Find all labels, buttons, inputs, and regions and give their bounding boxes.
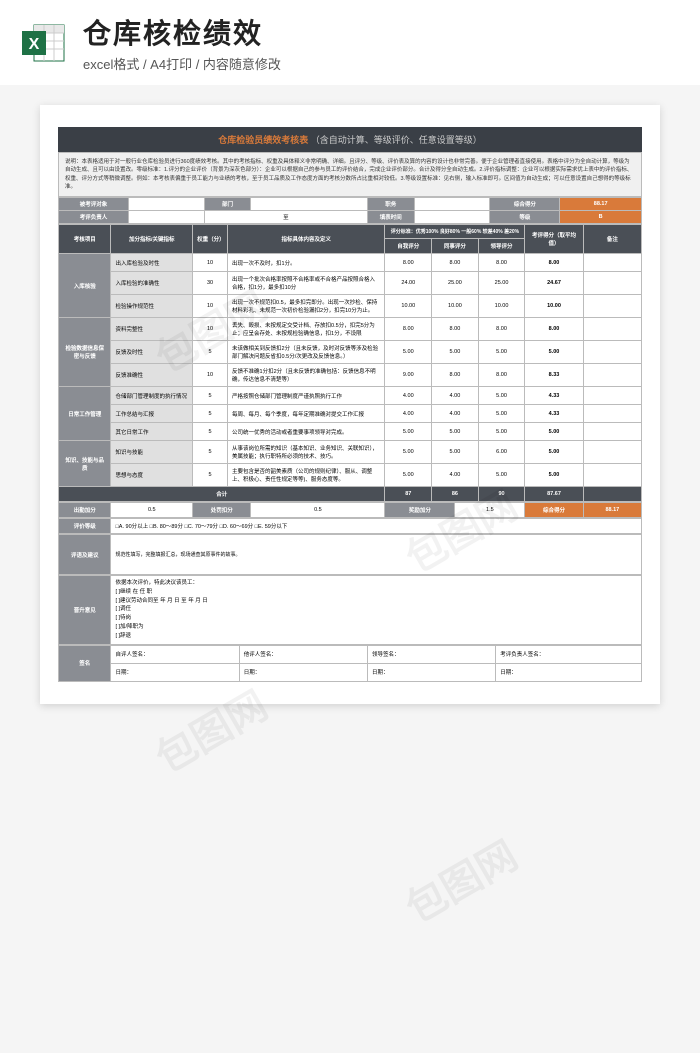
section-label: 入库核验 [59, 254, 111, 318]
table-row: 工作总结与汇报5每周、每月、每个季度，每年定期准确对提交工作汇报4.004.00… [59, 405, 642, 423]
col-weight: 权重（分） [193, 225, 228, 254]
table-row: 检验操作规范性10出现一次不规范扣0.5，最多扣完即分。出现一次抄检、保持材料彩… [59, 295, 642, 318]
dept-label: 部门 [204, 198, 251, 211]
section-label: 知识、技能与品质 [59, 441, 111, 487]
table-row: 反馈准确性10反馈不准确1分扣2分（且未反馈的准确包括：反馈信息不明确，传达信息… [59, 364, 642, 387]
sign-table: 签名 自评人签名： 他评人签名： 领导签名： 考评负责人签名： 日期： 日期： … [58, 645, 642, 682]
sub-title: excel格式 / A4打印 / 内容随意修改 [83, 54, 680, 73]
leader-label: 考评负责人 [59, 211, 129, 224]
main-title: 仓库核检绩效 [83, 12, 680, 52]
info-table: 被考评对象 部门 职务 综合得分 88.17 考评负责人 至 填表时间 等级 B [58, 197, 642, 224]
col-score: 考评得分（取平均值） [525, 225, 583, 254]
table-row: 反馈及时性5未该做相关到反馈扣2分（且未反馈，及时对反馈等涉及检验部门解决问题反… [59, 341, 642, 364]
table-row: 检验数据信息保密与反馈资料完整性10丢失、毁损、未按规定交受计档、存放扣0.5分… [59, 318, 642, 341]
opinion-table: 晋升意见 依据本次评价，特此决议该员工： [ ]继续 在 任 职 [ ]建议劳动… [58, 575, 642, 645]
grade-value: B [560, 211, 642, 224]
section-label: 日常工作管理 [59, 387, 111, 441]
score-table: 考核项目 加分指标/关键指标 权重（分） 指标具体内容及定义 评分标准：优秀10… [58, 224, 642, 502]
total-label: 合计 [59, 487, 385, 502]
instructions: 说明：本表格适用于对一般行业仓库检验员进行360度绩效考核。其中的考核指标、权重… [58, 152, 642, 197]
doc-title: 仓库检验员绩效考核表 [218, 135, 308, 145]
svg-text:X: X [29, 36, 40, 53]
col-desc: 指标具体内容及定义 [228, 225, 385, 254]
total-score-value: 88.17 [560, 198, 642, 211]
bonus-table: 出勤加分 0.5 处罚扣分 0.5 奖励加分 1.5 综合得分 88.17 [58, 502, 642, 518]
doc-subtitle: （含自动计算、等级评价、任意设置等级） [311, 135, 482, 145]
col-lead: 领导评分 [478, 239, 525, 254]
comments-table: 评语及建议 规范性填写，完整填报汇总，现场通查其原事件的故事。 [58, 534, 642, 575]
col-remark: 备注 [583, 225, 641, 254]
col-self: 自我评分 [385, 239, 432, 254]
col-project: 考核项目 [59, 225, 111, 254]
col-indicator: 加分指标/关键指标 [111, 225, 193, 254]
subject-label: 被考评对象 [59, 198, 129, 211]
grade-label: 等级 [490, 211, 560, 224]
table-row: 思想与态度5主要包含是否的韶美素质（公司的规则纪律）、服从、调整上、积极心、责任… [59, 464, 642, 487]
document-page: 仓库检验员绩效考核表 （含自动计算、等级评价、任意设置等级） 说明：本表格适用于… [40, 105, 660, 704]
table-row: 入库核验出入库检验及时性10出现一次不及时，扣1分。8.008.008.008.… [59, 254, 642, 272]
page-header: X 仓库核检绩效 excel格式 / A4打印 / 内容随意修改 [0, 0, 700, 85]
period-label: 填表时间 [367, 211, 414, 224]
position-label: 职务 [367, 198, 414, 211]
col-peer: 同事评分 [432, 239, 479, 254]
table-row: 入库检验的准确性30出现一个批次合格率按照不合格率或不合格产品按照合格入合格，扣… [59, 272, 642, 295]
grade-table: 评价等级 □A. 90分以上 □B. 80～89分 □C. 70～79分 □D.… [58, 518, 642, 534]
table-row: 知识、技能与品质知识与技能5从事该岗位所需的知识（基本知识、业务知识、关联知识）… [59, 441, 642, 464]
section-label: 检验数据信息保密与反馈 [59, 318, 111, 387]
total-score-label: 综合得分 [490, 198, 560, 211]
table-row: 日常工作管理仓储部门管理制度的执行情况5严格按照仓储部门管理制度严谨执照执行工作… [59, 387, 642, 405]
table-row: 其它日常工作5公司统一优秀的活动或者重要事项领导对完成。5.005.005.00… [59, 423, 642, 441]
doc-title-bar: 仓库检验员绩效考核表 （含自动计算、等级评价、任意设置等级） [58, 127, 642, 152]
col-criteria: 评分标准：优秀100% 良好80% 一般60% 较差40% 差20% [385, 225, 525, 239]
excel-icon: X [20, 19, 68, 67]
